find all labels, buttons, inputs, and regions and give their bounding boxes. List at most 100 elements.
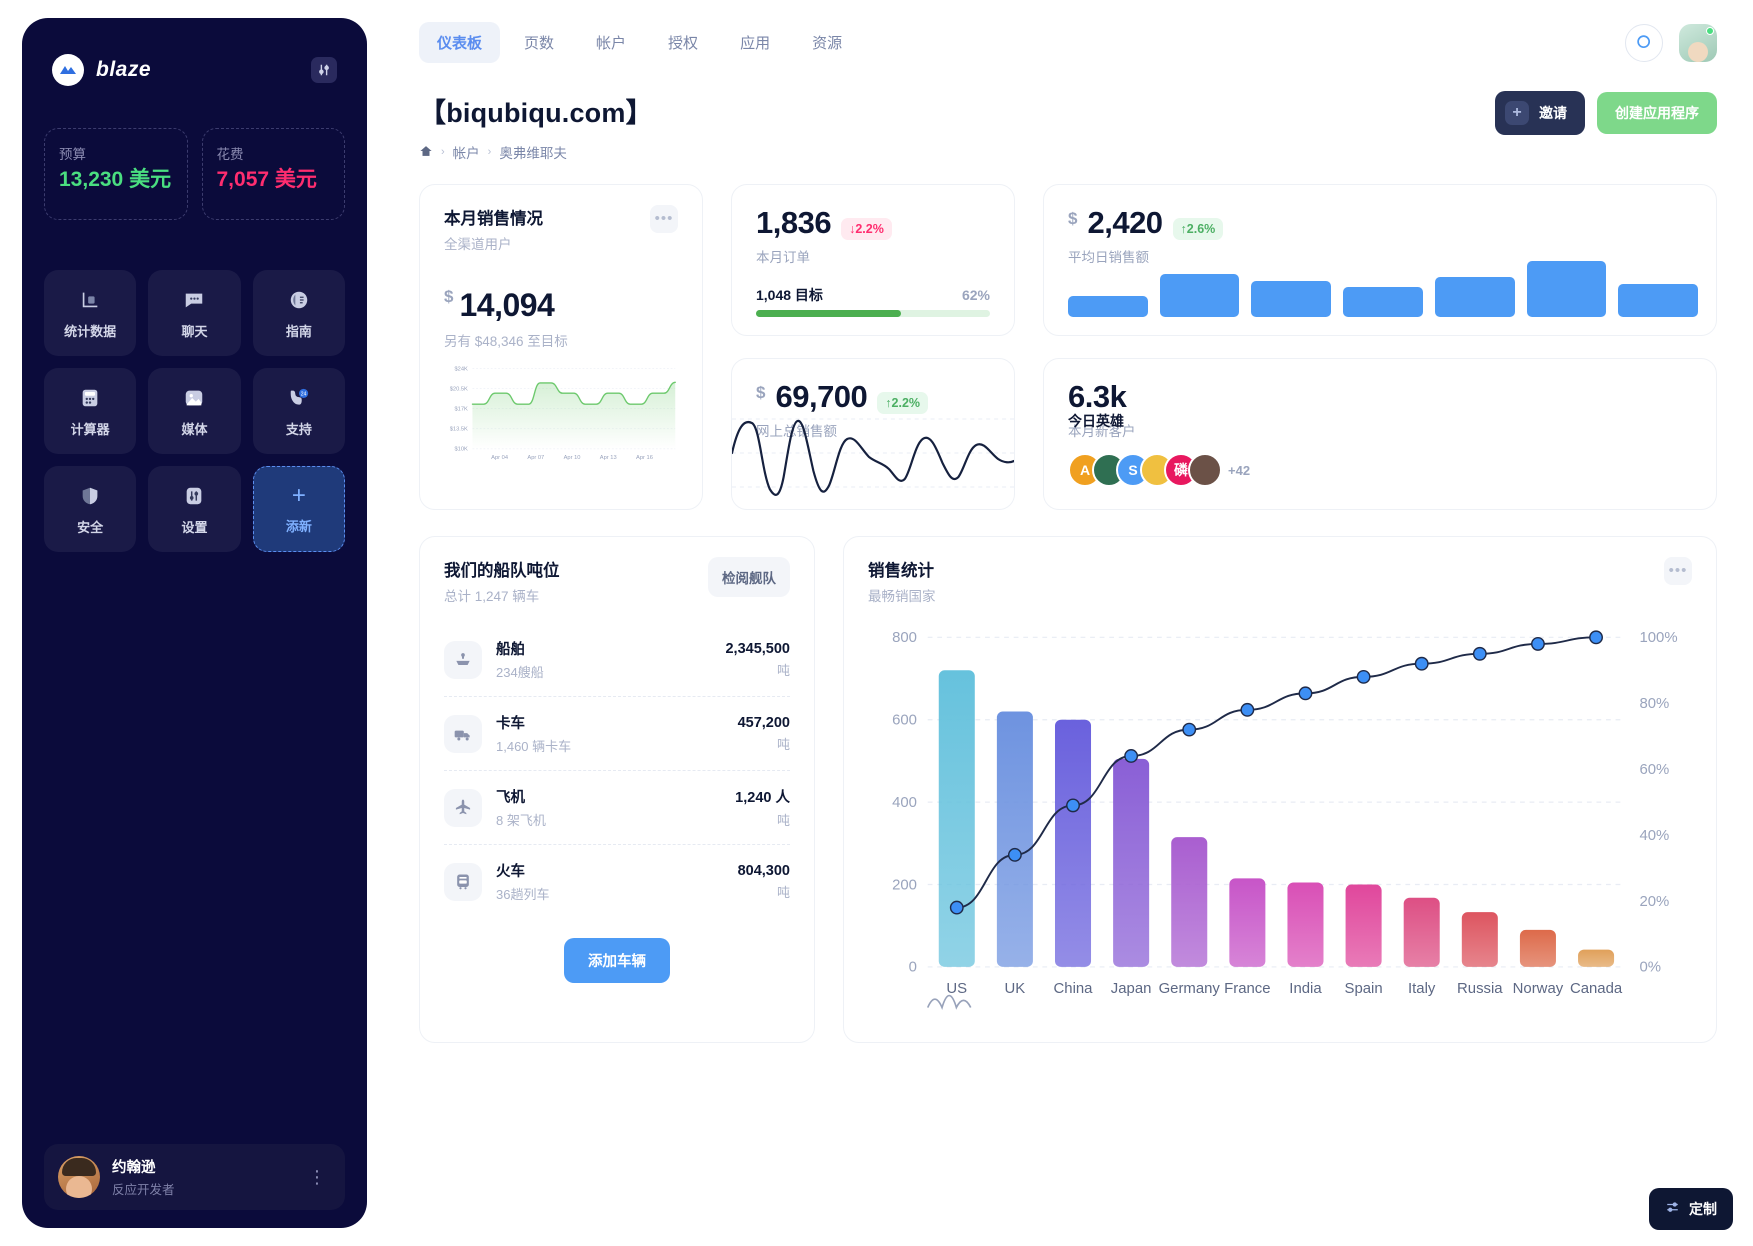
fleet-head: 我们的船队吨位 总计 1,247 辆车 检阅舰队	[444, 557, 790, 605]
fleet-meta: 飞机 8 架飞机	[496, 786, 721, 829]
calculator-icon	[77, 385, 103, 411]
breadcrumb: › 帐户 › 奥弗维耶夫	[419, 142, 653, 162]
sidebar-item-media[interactable]: 媒体	[148, 368, 241, 454]
home-icon[interactable]	[419, 144, 433, 161]
online-dot	[1706, 26, 1714, 35]
svg-text:24: 24	[301, 391, 307, 397]
fleet-values: 1,240 人 吨	[735, 786, 790, 829]
svg-text:600: 600	[892, 712, 917, 729]
table-row[interactable]: 火车 36趟列车 804,300 吨	[444, 845, 790, 918]
avatar[interactable]	[1188, 453, 1222, 487]
page-header-left: 【biqubiqu.com】 › 帐户 › 奥弗维耶夫	[419, 91, 653, 162]
table-row[interactable]: 飞机 8 架飞机 1,240 人 吨	[444, 771, 790, 845]
sliders-icon[interactable]	[311, 57, 337, 83]
sidebar-item-chat[interactable]: 聊天	[148, 270, 241, 356]
page-title: 【biqubiqu.com】	[419, 98, 653, 128]
heroes-avatar-stack[interactable]: A S 磷 +42	[1068, 453, 1250, 487]
table-row[interactable]: 船舶 234艘船 2,345,500 吨	[444, 623, 790, 697]
fleet-title: 我们的船队吨位	[444, 562, 560, 580]
month-sales-head: 本月销售情况 全渠道用户 •••	[444, 205, 678, 253]
sidebar-item-guide[interactable]: 指南	[252, 270, 345, 356]
ellipsis-icon[interactable]: •••	[1664, 557, 1692, 585]
new-customers-card[interactable]: 6.3k 本月新客户 今日英雄 A S 磷 +42	[1043, 358, 1717, 510]
invite-button[interactable]: + 邀请	[1495, 91, 1585, 135]
svg-text:60%: 60%	[1639, 761, 1669, 778]
user-avatar-icon[interactable]	[1679, 23, 1717, 62]
fleet-unit: 吨	[776, 736, 790, 752]
svg-text:$13.5K: $13.5K	[450, 427, 468, 433]
sidebar-item-label: 安全	[77, 519, 104, 535]
nav-tabs: 仪表板 页数 帐户 授权 应用 资源	[419, 22, 860, 63]
orders-value-row: 1,836 ↓2.2%	[756, 205, 990, 241]
svg-text:100%: 100%	[1639, 629, 1677, 646]
orders-progress-bar	[756, 310, 990, 317]
kpi-grid: 1,836 ↓2.2% 本月订单 1,048 目标 62% $ 2,420 ↑2…	[419, 184, 1717, 510]
sidebar-item-label: 统计数据	[64, 323, 117, 339]
create-app-button[interactable]: 创建应用程序	[1597, 92, 1717, 134]
guide-icon	[286, 287, 312, 313]
fleet-sub: 36趟列车	[496, 887, 550, 902]
sliders-icon	[1665, 1200, 1680, 1218]
customize-label: 定制	[1689, 1201, 1717, 1217]
svg-text:0: 0	[909, 959, 917, 976]
fleet-sub: 1,460 辆卡车	[496, 739, 572, 754]
customize-button[interactable]: 定制	[1649, 1188, 1733, 1230]
tab-dashboard[interactable]: 仪表板	[419, 22, 501, 63]
fleet-value: 1,240 人	[735, 790, 790, 806]
tab-accounts[interactable]: 帐户	[578, 22, 644, 63]
review-fleet-button[interactable]: 检阅舰队	[708, 557, 790, 597]
orders-goal-label: 1,048 目标	[756, 287, 823, 303]
orders-progress-fill	[756, 310, 902, 317]
fleet-unit: 吨	[776, 813, 790, 828]
add-vehicle-button[interactable]: 添加车辆	[564, 938, 670, 983]
sidebar: blaze 预算 13,230 美元 花费 7,057 美元 统计数据 聊天 指…	[22, 18, 367, 1228]
breadcrumb-item-account[interactable]: 帐户	[453, 142, 480, 162]
svg-text:$24K: $24K	[455, 366, 469, 372]
fleet-name: 船舶	[496, 642, 525, 658]
fleet-titles: 我们的船队吨位 总计 1,247 辆车	[444, 557, 560, 605]
month-sales-body: 本月销售情况 全渠道用户 ••• $ 14,094 另有 $48,346 至目标…	[420, 185, 702, 488]
truck-icon	[444, 714, 482, 753]
sidebar-item-add[interactable]: + 添新	[252, 466, 345, 552]
minibar	[1343, 287, 1423, 317]
sidebar-item-support[interactable]: 24 支持	[252, 368, 345, 454]
breadcrumb-item-current[interactable]: 奥弗维耶夫	[499, 142, 567, 162]
sales-stats-head: 销售统计 最畅销国家 •••	[868, 557, 1692, 605]
tab-pages[interactable]: 页数	[506, 22, 572, 63]
avg-daily-sales-card[interactable]: $ 2,420 ↑2.6% 平均日销售额	[1043, 184, 1717, 336]
sidebar-item-security[interactable]: 安全	[44, 466, 137, 552]
search-circle-icon[interactable]	[1625, 23, 1663, 62]
sidebar-item-label: 聊天	[181, 323, 208, 339]
heroes-more-count[interactable]: +42	[1228, 463, 1250, 478]
kebab-menu-icon[interactable]: ⋮	[304, 1168, 331, 1186]
budget-card[interactable]: 预算 13,230 美元	[44, 128, 188, 220]
sidebar-item-stats[interactable]: 统计数据	[44, 270, 137, 356]
orders-card-body: 1,836 ↓2.2% 本月订单	[732, 185, 1014, 286]
user-meta: 约翰逊 反应开发者	[112, 1156, 292, 1198]
orders-card[interactable]: 1,836 ↓2.2% 本月订单 1,048 目标 62%	[731, 184, 1015, 336]
online-sales-card[interactable]: $ 69,700 ↑2.2% 网上总销售额	[731, 358, 1015, 510]
spend-card[interactable]: 花费 7,057 美元	[201, 128, 345, 220]
sidebar-tile-grid: 统计数据 聊天 指南 计算器 媒体 24 支持 安全 设置 + 添新	[44, 270, 345, 552]
sales-stats-subtitle: 最畅销国家	[868, 589, 936, 604]
month-sales-value-row: $ 14,094	[444, 287, 678, 324]
table-row[interactable]: 卡车 1,460 辆卡车 457,200 吨	[444, 697, 790, 771]
ellipsis-icon[interactable]: •••	[650, 205, 678, 233]
month-sales-card[interactable]: 本月销售情况 全渠道用户 ••• $ 14,094 另有 $48,346 至目标…	[419, 184, 703, 510]
svg-text:India: India	[1289, 980, 1322, 997]
minibar	[1251, 280, 1332, 317]
brand[interactable]: blaze	[52, 54, 151, 86]
sidebar-user-card[interactable]: 约翰逊 反应开发者 ⋮	[44, 1144, 345, 1210]
plane-icon	[444, 788, 482, 827]
blaze-logo-icon	[52, 54, 84, 86]
tab-authorization[interactable]: 授权	[650, 22, 716, 63]
sidebar-item-settings[interactable]: 设置	[148, 466, 241, 552]
bottom-grid: 我们的船队吨位 总计 1,247 辆车 检阅舰队 船舶 234艘船 2,345,…	[419, 536, 1717, 1044]
tab-apps[interactable]: 应用	[722, 22, 788, 63]
fleet-subtitle: 总计 1,247 辆车	[444, 589, 540, 604]
tab-resources[interactable]: 资源	[794, 22, 860, 63]
sidebar-item-calculator[interactable]: 计算器	[44, 368, 137, 454]
image-icon	[181, 385, 207, 411]
svg-text:20%: 20%	[1639, 893, 1669, 910]
new-customers-body: 6.3k 本月新客户	[1044, 359, 1716, 460]
